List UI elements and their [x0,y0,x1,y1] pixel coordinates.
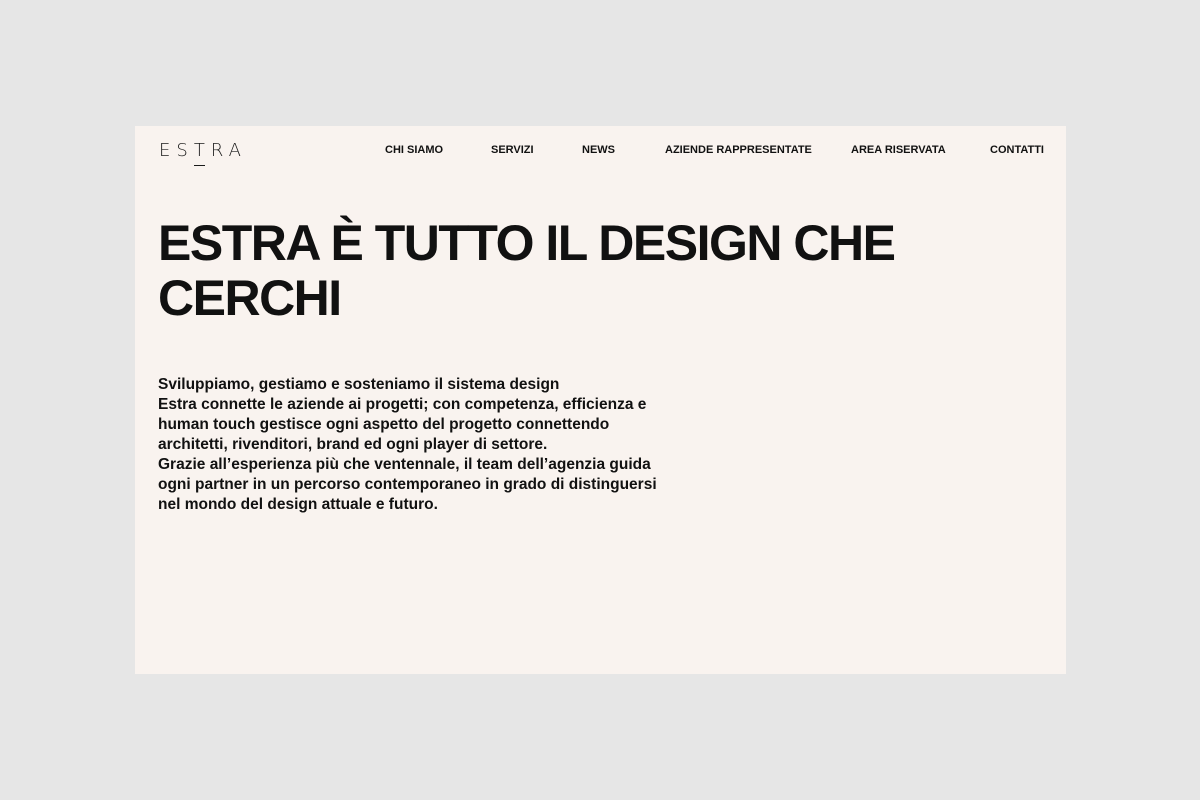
nav-item-servizi[interactable]: SERVIZI [491,143,534,157]
intro-line-2: Estra connette le aziende ai progetti; c… [158,396,647,413]
nav-item-contatti[interactable]: CONTATTI [990,143,1044,157]
intro-line-1: Sviluppiamo, gestiamo e sosteniamo il si… [158,376,560,393]
main-navigation: CHI SIAMO SERVIZI NEWS AZIENDE RAPPRESEN… [135,143,1066,157]
intro-line-6: ogni partner in un percorso contemporane… [158,476,657,493]
logo-underline [193,164,205,166]
headline-line-1: ESTRA È TUTTO IL DESIGN CHE [158,215,896,271]
intro-paragraph: Sviluppiamo, gestiamo e sosteniamo il si… [158,375,678,515]
headline-line-2: CERCHI [158,270,342,326]
intro-line-7: nel mondo del design attuale e futuro. [158,496,438,513]
website-frame: ES T RA CHI SIAMO SERVIZI NEWS AZIENDE R… [135,126,1066,674]
intro-line-5: Grazie all’esperienza più che ventennale… [158,456,651,473]
nav-item-chi-siamo[interactable]: CHI SIAMO [385,143,443,157]
intro-line-3: human touch gestisce ogni aspetto del pr… [158,416,610,433]
hero-headline: ESTRA È TUTTO IL DESIGN CHE CERCHI [158,216,978,326]
intro-line-4: architetti, rivenditori, brand ed ogni p… [158,436,548,453]
nav-item-aziende-rappresentate[interactable]: AZIENDE RAPPRESENTATE [665,143,812,157]
nav-item-news[interactable]: NEWS [582,143,615,157]
nav-item-area-riservata[interactable]: AREA RISERVATA [851,143,946,157]
